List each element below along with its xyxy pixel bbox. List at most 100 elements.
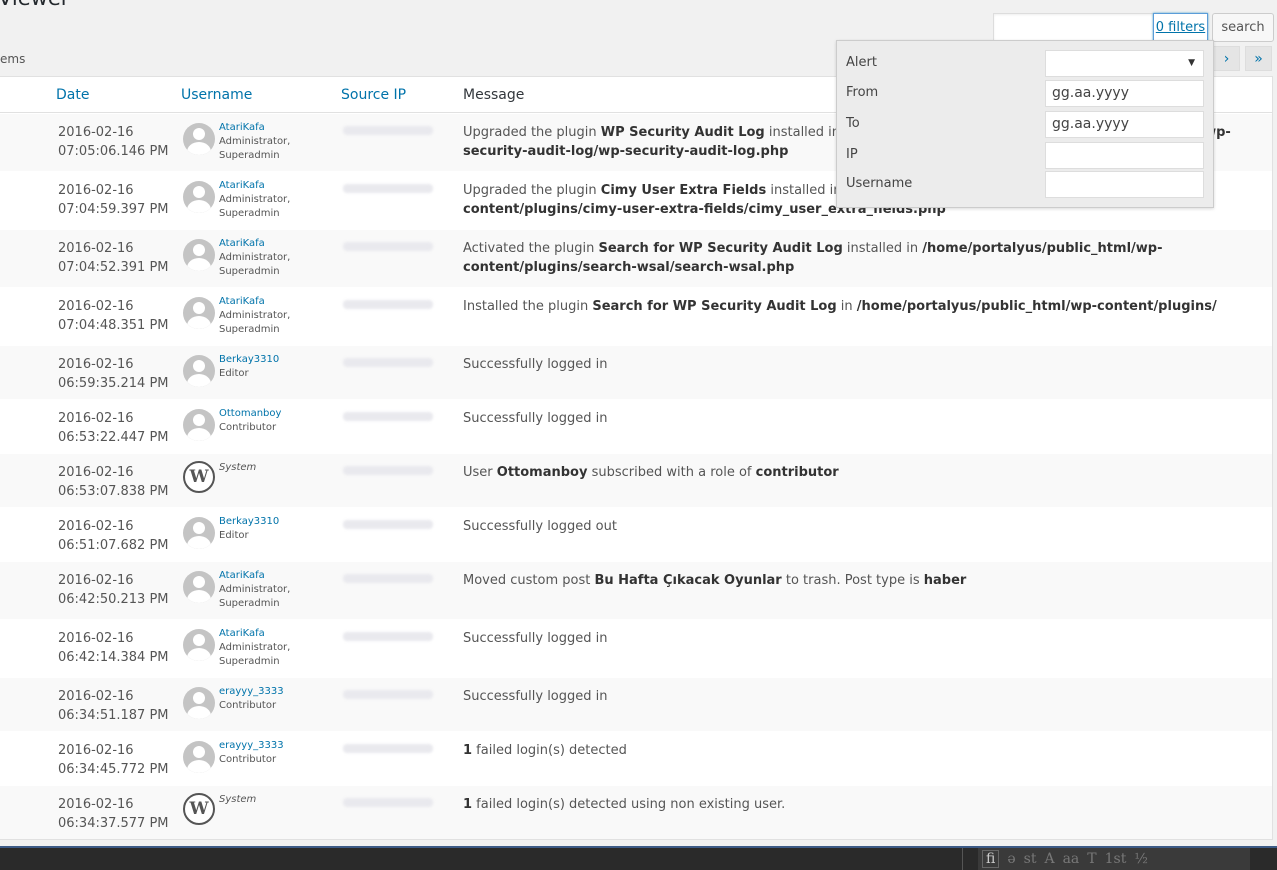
row-username-link: System xyxy=(219,462,257,473)
row-username-link[interactable]: Berkay3310 xyxy=(219,515,279,529)
message-text: Moved custom post xyxy=(463,573,595,588)
table-row: 2016-02-16 06:42:50.213 PM AtariKafa Admini… xyxy=(0,561,1272,619)
row-user-role: Administrator, xyxy=(219,252,291,263)
avatar-icon xyxy=(183,741,215,773)
column-source-ip[interactable]: Source IP xyxy=(341,87,406,103)
glyph-option-icon[interactable]: T xyxy=(1087,851,1096,867)
row-date-day: 2016-02-16 xyxy=(58,743,134,758)
row-date: 2016-02-16 06:34:45.772 PM xyxy=(58,741,169,779)
filter-from-input[interactable]: gg.aa.yyyy xyxy=(1045,80,1204,107)
row-user: erayyy_3333 Contributor xyxy=(219,685,284,713)
row-username-link[interactable]: Ottomanboy xyxy=(219,407,281,421)
row-username-link[interactable]: AtariKafa xyxy=(219,569,290,583)
message-highlight: Bu Hafta Çıkacak Oyunlar xyxy=(594,573,782,588)
message-text: failed login(s) detected using non exist… xyxy=(472,797,786,812)
glyph-option-icon[interactable]: fi xyxy=(982,850,1000,868)
glyph-option-icon[interactable]: st xyxy=(1024,851,1037,867)
message-text: Successfully logged in xyxy=(463,357,608,372)
toolbar-divider xyxy=(962,848,963,870)
glyph-option-icon[interactable]: ǝ xyxy=(1007,851,1015,867)
message-highlight: WP Security Audit Log xyxy=(600,125,765,140)
message-text: installed in xyxy=(842,241,923,256)
row-message: Successfully logged in xyxy=(463,355,1233,374)
search-input[interactable] xyxy=(993,13,1154,42)
message-highlight: /home/portalyus/public_html/wp-content/p… xyxy=(856,299,1217,314)
filter-ip-label: IP xyxy=(846,147,858,162)
search-button[interactable]: search xyxy=(1212,13,1274,42)
row-username-link[interactable]: AtariKafa xyxy=(219,627,290,641)
row-user-role: Editor xyxy=(219,368,249,379)
row-date: 2016-02-16 06:42:14.384 PM xyxy=(58,629,169,667)
filter-alert-label: Alert xyxy=(846,55,877,70)
filter-ip-input[interactable] xyxy=(1045,142,1204,169)
row-user: Berkay3310 Editor xyxy=(219,353,279,381)
column-username[interactable]: Username xyxy=(181,87,252,103)
row-message: Activated the plugin Search for WP Secur… xyxy=(463,239,1233,277)
row-date-day: 2016-02-16 xyxy=(58,689,134,704)
row-date-day: 2016-02-16 xyxy=(58,631,134,646)
row-date-day: 2016-02-16 xyxy=(58,797,134,812)
row-user: System xyxy=(219,461,256,475)
last-page-button[interactable]: » xyxy=(1245,46,1272,71)
message-highlight: Search for WP Security Audit Log xyxy=(598,241,843,256)
glyph-option-icon[interactable]: aa xyxy=(1063,851,1080,867)
row-user-role: Contributor xyxy=(219,700,277,711)
row-source-ip-blurred: 178.43.55.208 xyxy=(343,520,433,529)
message-text: Successfully logged in xyxy=(463,689,608,704)
row-user: System xyxy=(219,793,256,807)
row-user: AtariKafa Administrator, Superadmin xyxy=(219,179,290,221)
column-message: Message xyxy=(463,87,525,103)
row-username-link[interactable]: Berkay3310 xyxy=(219,353,279,367)
glyph-option-icon[interactable]: ½ xyxy=(1134,851,1148,867)
row-username-link[interactable]: AtariKafa xyxy=(219,121,290,135)
message-text: Activated the plugin xyxy=(463,241,599,256)
row-user-role: Administrator, xyxy=(219,584,291,595)
row-username-link[interactable]: AtariKafa xyxy=(219,295,290,309)
message-text: Successfully logged out xyxy=(463,519,617,534)
table-row: 2016-02-16 06:34:37.577 PM W System 25.226.2… xyxy=(0,785,1272,839)
typography-glyphs: fi ǝ st Aaa T 1st ½ xyxy=(978,848,1250,870)
row-date-time: 07:05:06.146 PM xyxy=(58,144,169,159)
row-date-day: 2016-02-16 xyxy=(58,411,134,426)
table-row: 2016-02-16 06:51:07.682 PM Berkay3310 Edito… xyxy=(0,507,1272,561)
row-date-day: 2016-02-16 xyxy=(58,519,134,534)
message-text: Successfully logged in xyxy=(463,411,608,426)
row-user: AtariKafa Administrator, Superadmin xyxy=(219,237,290,279)
avatar-icon xyxy=(183,629,215,661)
row-user-role: Superadmin xyxy=(219,324,280,335)
row-source-ip-blurred: 24.135.203.211 xyxy=(343,632,433,641)
row-user: AtariKafa Administrator, Superadmin xyxy=(219,295,290,337)
next-page-button[interactable]: › xyxy=(1213,46,1240,71)
row-user-role: Superadmin xyxy=(219,266,280,277)
avatar-icon xyxy=(183,687,215,719)
row-message: Moved custom post Bu Hafta Çıkacak Oyunl… xyxy=(463,571,1233,590)
filter-alert-select[interactable]: ▼ xyxy=(1045,50,1204,77)
row-username-link[interactable]: AtariKafa xyxy=(219,237,290,251)
message-highlight: 1 xyxy=(463,743,473,758)
glyph-option-icon[interactable]: 1st xyxy=(1105,851,1127,867)
row-message: Successfully logged in xyxy=(463,687,1233,706)
message-highlight: Search for WP Security Audit Log xyxy=(592,299,837,314)
row-user-role: Administrator, xyxy=(219,194,291,205)
filter-to-input[interactable]: gg.aa.yyyy xyxy=(1045,111,1204,138)
avatar-icon xyxy=(183,181,215,213)
row-user-role: Administrator, xyxy=(219,310,291,321)
row-username-link[interactable]: erayyy_3333 xyxy=(219,685,284,699)
glyph-option-icon[interactable]: A xyxy=(1044,851,1054,867)
column-date[interactable]: Date xyxy=(56,87,89,103)
row-username-link[interactable]: erayyy_3333 xyxy=(219,739,284,753)
avatar-icon xyxy=(183,239,215,271)
row-date: 2016-02-16 06:59:35.214 PM xyxy=(58,355,169,393)
row-source-ip-blurred: 24.135.203.211 xyxy=(343,126,433,135)
row-user: Ottomanboy Contributor xyxy=(219,407,281,435)
filters-button[interactable]: 0 filters xyxy=(1153,13,1208,42)
message-text: User xyxy=(463,465,497,480)
row-username-link[interactable]: AtariKafa xyxy=(219,179,290,193)
row-date-time: 06:34:37.577 PM xyxy=(58,816,169,831)
avatar-icon xyxy=(183,297,215,329)
filter-username-input[interactable] xyxy=(1045,171,1204,198)
message-text: Upgraded the plugin xyxy=(463,183,601,198)
row-date-time: 06:42:14.384 PM xyxy=(58,650,169,665)
message-text: failed login(s) detected xyxy=(472,743,627,758)
message-highlight: Ottomanboy xyxy=(496,465,588,480)
